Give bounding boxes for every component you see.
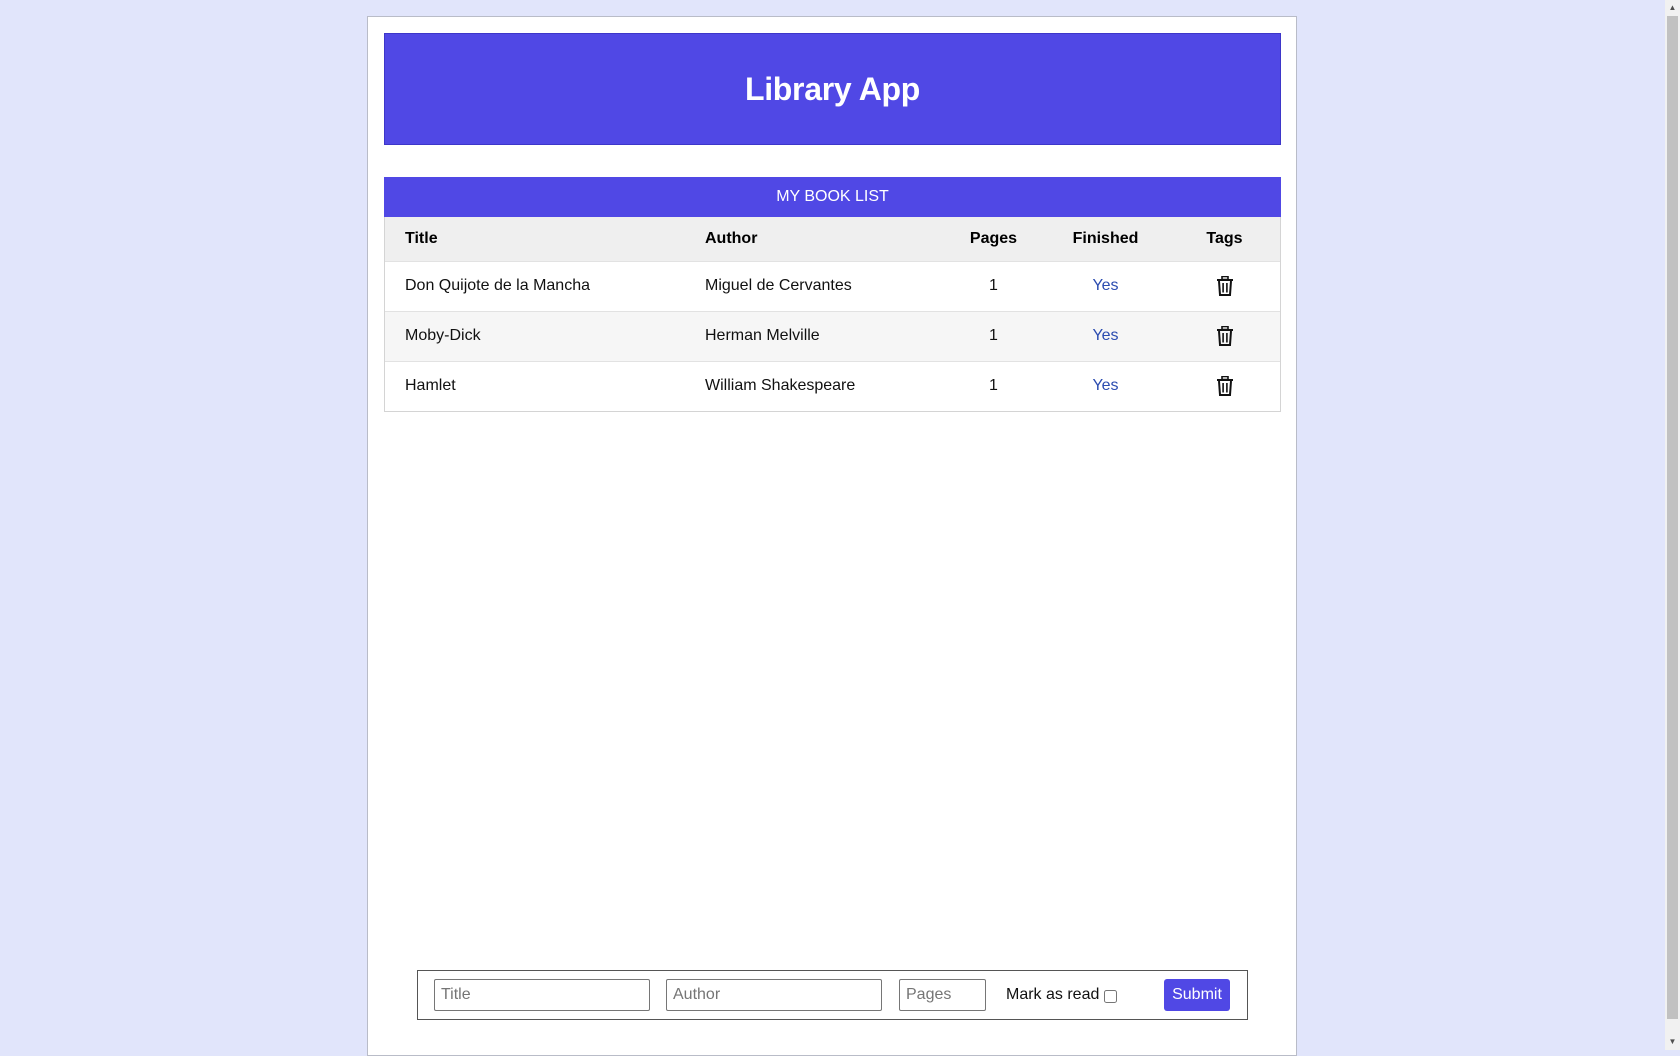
book-list-caption: MY BOOK LIST [384,177,1281,217]
finished-toggle[interactable]: Yes [1092,377,1118,394]
trash-icon[interactable] [1216,326,1234,346]
table-row: Hamlet William Shakespeare 1 Yes [385,361,1280,411]
book-pages: 1 [989,377,998,395]
mark-as-read-field: Mark as read [1006,986,1118,1004]
finished-toggle[interactable]: Yes [1092,277,1118,294]
book-author: William Shakespeare [705,377,856,395]
scroll-down-icon[interactable]: ▼ [1665,1035,1680,1049]
finished-toggle[interactable]: Yes [1092,327,1118,344]
scroll-up-icon[interactable]: ▲ [1665,1,1680,15]
book-title: Don Quijote de la Mancha [405,277,590,294]
app-title: Library App [744,70,921,107]
mark-as-read-label: Mark as read [1006,986,1100,1003]
column-header-author: Author [705,229,758,247]
mark-as-read-checkbox[interactable] [1104,990,1118,1003]
book-title: Moby-Dick [405,327,481,344]
column-header-title: Title [405,229,438,247]
scroll-thumb[interactable] [1667,16,1678,1019]
book-tags-cell [1169,311,1280,361]
trash-icon[interactable] [1216,376,1234,397]
column-header-tags: Tags [1206,229,1243,247]
submit-button[interactable]: Submit [1164,979,1230,1011]
book-list: MY BOOK LIST Title Author Pages Finished… [384,177,1281,412]
book-pages: 1 [989,327,998,344]
table-header-row: Title Author Pages Finished Tags [385,217,1280,261]
book-finished-cell: Yes [1042,361,1169,411]
book-pages: 1 [989,277,998,294]
book-title: Hamlet [405,377,456,395]
add-book-form: Mark as read Submit [417,970,1248,1020]
app-header: Library App [384,33,1281,145]
column-header-pages: Pages [969,229,1018,247]
book-table: Title Author Pages Finished Tags Don Qui… [385,217,1280,411]
app-container: Library App MY BOOK LIST Title Author Pa… [367,16,1297,1056]
book-finished-cell: Yes [1042,261,1169,311]
book-tags-cell [1169,261,1280,311]
book-author: Miguel de Cervantes [705,277,852,294]
trash-icon[interactable] [1216,276,1234,296]
title-input[interactable] [434,979,650,1011]
table-row: Moby-Dick Herman Melville 1 Yes [385,311,1280,361]
book-author: Herman Melville [705,327,820,344]
pages-input[interactable] [899,979,986,1011]
author-input[interactable] [666,979,882,1011]
column-header-finished: Finished [1072,229,1139,247]
book-finished-cell: Yes [1042,311,1169,361]
book-tags-cell [1169,361,1280,411]
table-row: Don Quijote de la Mancha Miguel de Cerva… [385,261,1280,311]
vertical-scrollbar[interactable]: ▲ ▼ [1665,0,1680,1050]
